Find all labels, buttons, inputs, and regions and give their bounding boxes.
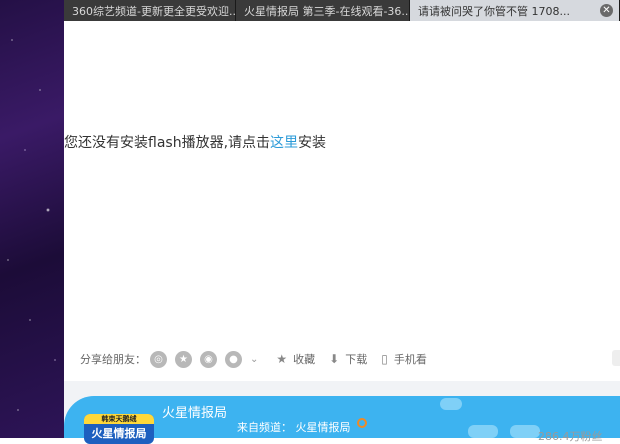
fans-count: 286.4万粉丝 [538, 430, 603, 443]
qq-icon[interactable]: ● [225, 350, 242, 368]
tab-label: 火星情报局 第三季-在线观看-36... [244, 4, 410, 18]
install-flash-link[interactable]: 这里 [270, 135, 298, 151]
share-toolbar: 分享给朋友： ◎ ★ ◉ ● ⌄ ★ 收藏 ⬇ 下载 ▯ 手机看 [80, 348, 441, 370]
starry-background [0, 0, 64, 438]
tab-mars-intel-s3[interactable]: 火星情报局 第三季-在线观看-36... [236, 0, 410, 21]
browser-tab-bar: 360综艺频道-更新更全更受欢迎... 火星情报局 第三季-在线观看-36...… [64, 0, 620, 21]
favorite-button[interactable]: ★ 收藏 [276, 351, 315, 367]
verified-icon [357, 418, 367, 428]
decor-pill [440, 398, 462, 410]
channel-source-link[interactable]: 火星情报局 [296, 421, 351, 434]
weibo-icon[interactable]: ◉ [200, 350, 217, 368]
download-icon: ⬇ [329, 352, 340, 366]
wechat-icon[interactable]: ◎ [150, 350, 167, 368]
decor-pill [510, 425, 540, 438]
close-icon[interactable]: ✕ [600, 4, 613, 17]
channel-name[interactable]: 火星情报局 [162, 402, 227, 421]
flash-missing-message: 您还没有安装flash播放器,请点击这里安装 [64, 135, 327, 151]
watch-on-phone-button[interactable]: ▯ 手机看 [381, 351, 427, 367]
phone-icon: ▯ [381, 352, 388, 366]
tab-label: 请请被问哭了你管不管 1708... [418, 4, 570, 18]
star-icon: ★ [276, 352, 288, 366]
tab-active[interactable]: 请请被问哭了你管不管 1708... ✕ [410, 0, 620, 21]
channel-logo[interactable]: 韩束天鹅绒 火星情报局 [84, 414, 154, 444]
side-widget-edge [612, 350, 620, 366]
video-player-area: 您还没有安装flash播放器,请点击这里安装 [64, 21, 620, 381]
channel-source: 来自频道： 火星情报局 [237, 421, 351, 434]
chevron-down-icon[interactable]: ⌄ [250, 354, 258, 365]
tab-360-variety[interactable]: 360综艺频道-更新更全更受欢迎... [64, 0, 236, 21]
tab-label: 360综艺频道-更新更全更受欢迎... [72, 4, 236, 18]
download-button[interactable]: ⬇ 下载 [329, 351, 367, 367]
decor-pill [468, 425, 498, 438]
qzone-icon[interactable]: ★ [175, 350, 192, 368]
share-label: 分享给朋友： [80, 353, 146, 366]
